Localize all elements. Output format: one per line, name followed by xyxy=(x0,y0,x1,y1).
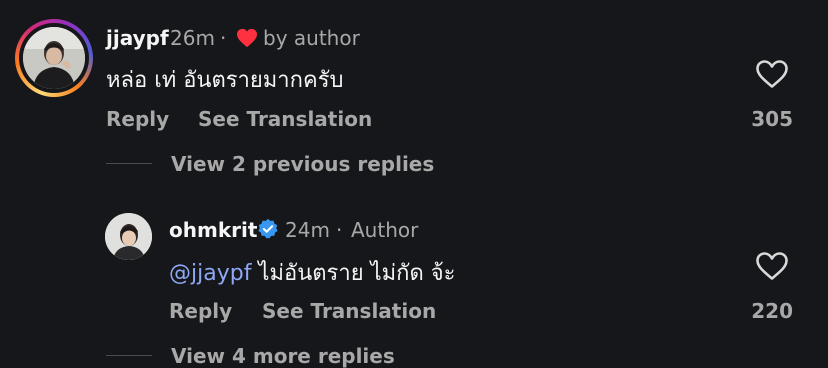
see-translation-button[interactable]: See Translation xyxy=(198,107,372,131)
mention-link[interactable]: @jjaypf xyxy=(169,261,251,286)
see-translation-button[interactable]: See Translation xyxy=(262,299,436,323)
like-count: 305 xyxy=(751,107,793,131)
reply-button[interactable]: Reply xyxy=(169,299,232,323)
comment-text: หล่อ เท่ อันตรายมากครับ xyxy=(106,68,344,93)
avatar-story-ring[interactable] xyxy=(15,19,93,97)
meta-separator: · xyxy=(336,218,343,242)
reply-button[interactable]: Reply xyxy=(106,107,169,131)
meta-separator: · xyxy=(220,26,227,50)
avatar-ring-gap xyxy=(19,23,89,93)
author-tag: Author xyxy=(351,218,419,242)
view-more-replies-button[interactable]: View 4 more replies xyxy=(171,344,395,368)
verified-badge-icon xyxy=(258,218,278,239)
reply-username[interactable]: ohmkrit xyxy=(169,218,257,242)
reply-timestamp: 24m xyxy=(285,218,330,242)
comment-username[interactable]: jjaypf xyxy=(106,26,169,50)
replies-divider xyxy=(106,163,152,164)
reply-text: @jjaypf ไม่อันตราย ไม่กัด จ้ะ xyxy=(169,255,455,290)
comment-timestamp: 26m xyxy=(170,26,215,50)
heart-filled-icon xyxy=(237,28,257,48)
reply-text-body: ไม่อันตราย ไม่กัด จ้ะ xyxy=(251,261,456,286)
replies-divider xyxy=(106,355,152,356)
reply-avatar[interactable] xyxy=(105,213,152,260)
reply-avatar-image xyxy=(105,213,152,260)
liked-by-author-label: by author xyxy=(263,26,360,50)
heart-outline-icon[interactable] xyxy=(755,59,789,89)
avatar-image xyxy=(23,27,85,89)
like-count: 220 xyxy=(751,299,793,323)
heart-outline-icon[interactable] xyxy=(755,251,789,281)
view-previous-replies-button[interactable]: View 2 previous replies xyxy=(171,152,434,176)
avatar[interactable] xyxy=(23,27,85,89)
